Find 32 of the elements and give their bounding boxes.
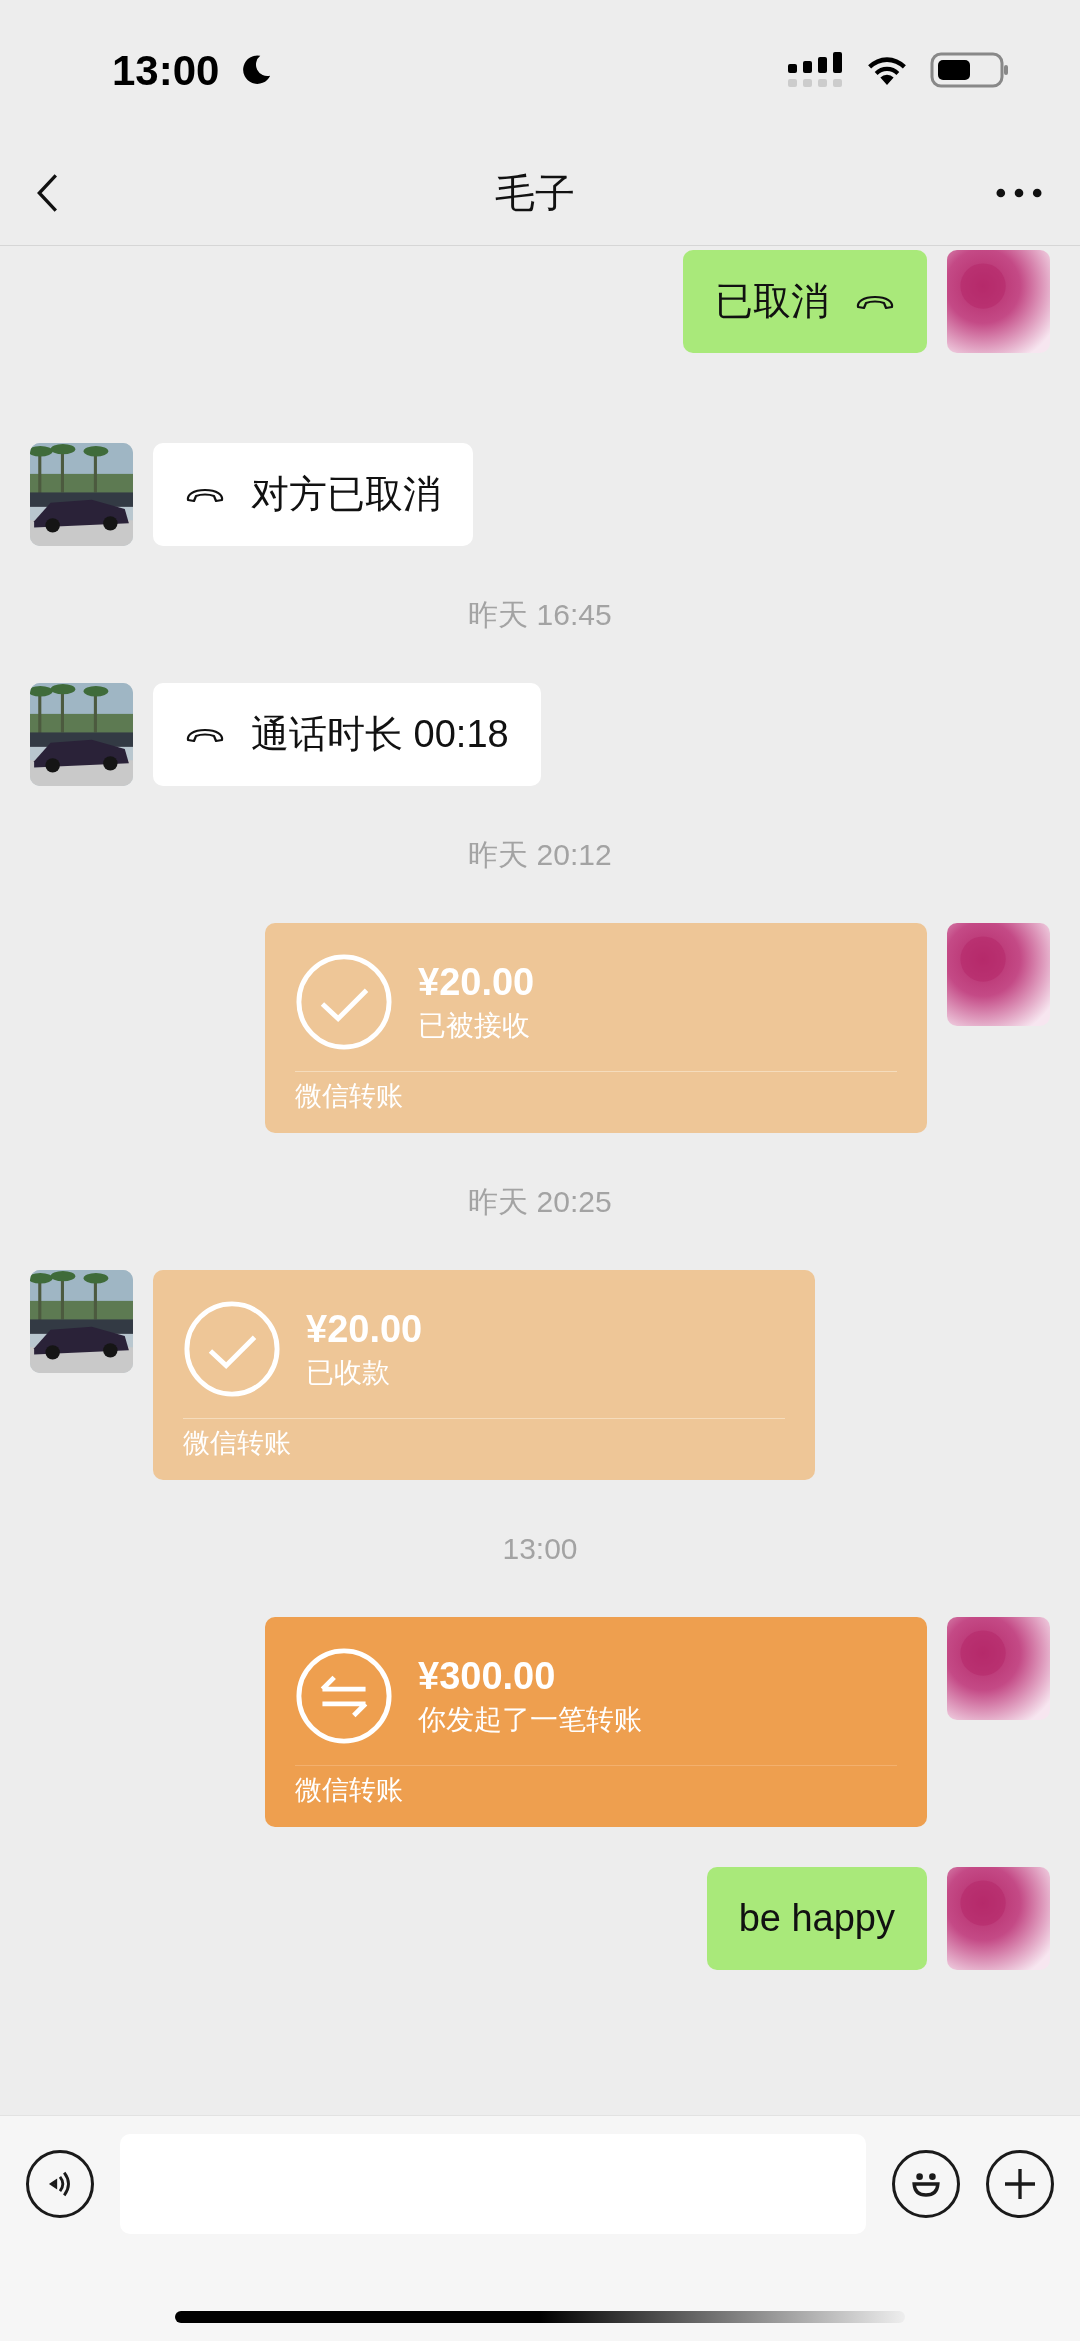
call-status: 通话时长 00:18 — [251, 712, 509, 757]
check-circle-icon — [295, 953, 393, 1051]
emoji-button[interactable] — [892, 2150, 960, 2218]
transfer-amount: ¥20.00 — [306, 1307, 423, 1352]
voice-button[interactable] — [26, 2150, 94, 2218]
transfer-label: 微信转账 — [295, 1775, 403, 1805]
transfer-amount: ¥20.00 — [418, 960, 535, 1005]
call-bubble[interactable]: 已取消 — [683, 250, 927, 353]
add-button[interactable] — [986, 2150, 1054, 2218]
timestamp: 13:00 — [502, 1531, 578, 1567]
transfer-status: 已被接收 — [418, 1009, 531, 1043]
more-icon — [996, 187, 1042, 198]
transfer-label: 微信转账 — [183, 1428, 291, 1458]
transfer-label: 微信转账 — [295, 1081, 403, 1111]
transfer-status: 已收款 — [306, 1356, 391, 1390]
call-status: 对方已取消 — [251, 472, 441, 517]
check-circle-icon — [183, 1300, 281, 1398]
timestamp: 昨天 16:45 — [468, 597, 612, 633]
call-status: 已取消 — [715, 279, 829, 324]
chat-title: 毛子 — [495, 169, 575, 217]
message-bubble[interactable]: be happy — [706, 1867, 927, 1970]
transfer-arrows-icon — [295, 1647, 393, 1745]
transfer-status: 你发起了一笔转账 — [418, 1703, 642, 1737]
status-time: 13:00 — [112, 45, 220, 96]
timestamp: 昨天 20:25 — [468, 1184, 612, 1220]
call-bubble[interactable]: 通话时长 00:18 — [153, 683, 541, 786]
back-icon — [36, 172, 58, 213]
signal-icon — [788, 52, 844, 88]
timestamp: 昨天 20:12 — [468, 837, 612, 873]
transfer-amount: ¥300.00 — [418, 1654, 557, 1699]
call-bubble[interactable]: 对方已取消 — [153, 443, 473, 546]
battery-icon — [930, 52, 1010, 88]
